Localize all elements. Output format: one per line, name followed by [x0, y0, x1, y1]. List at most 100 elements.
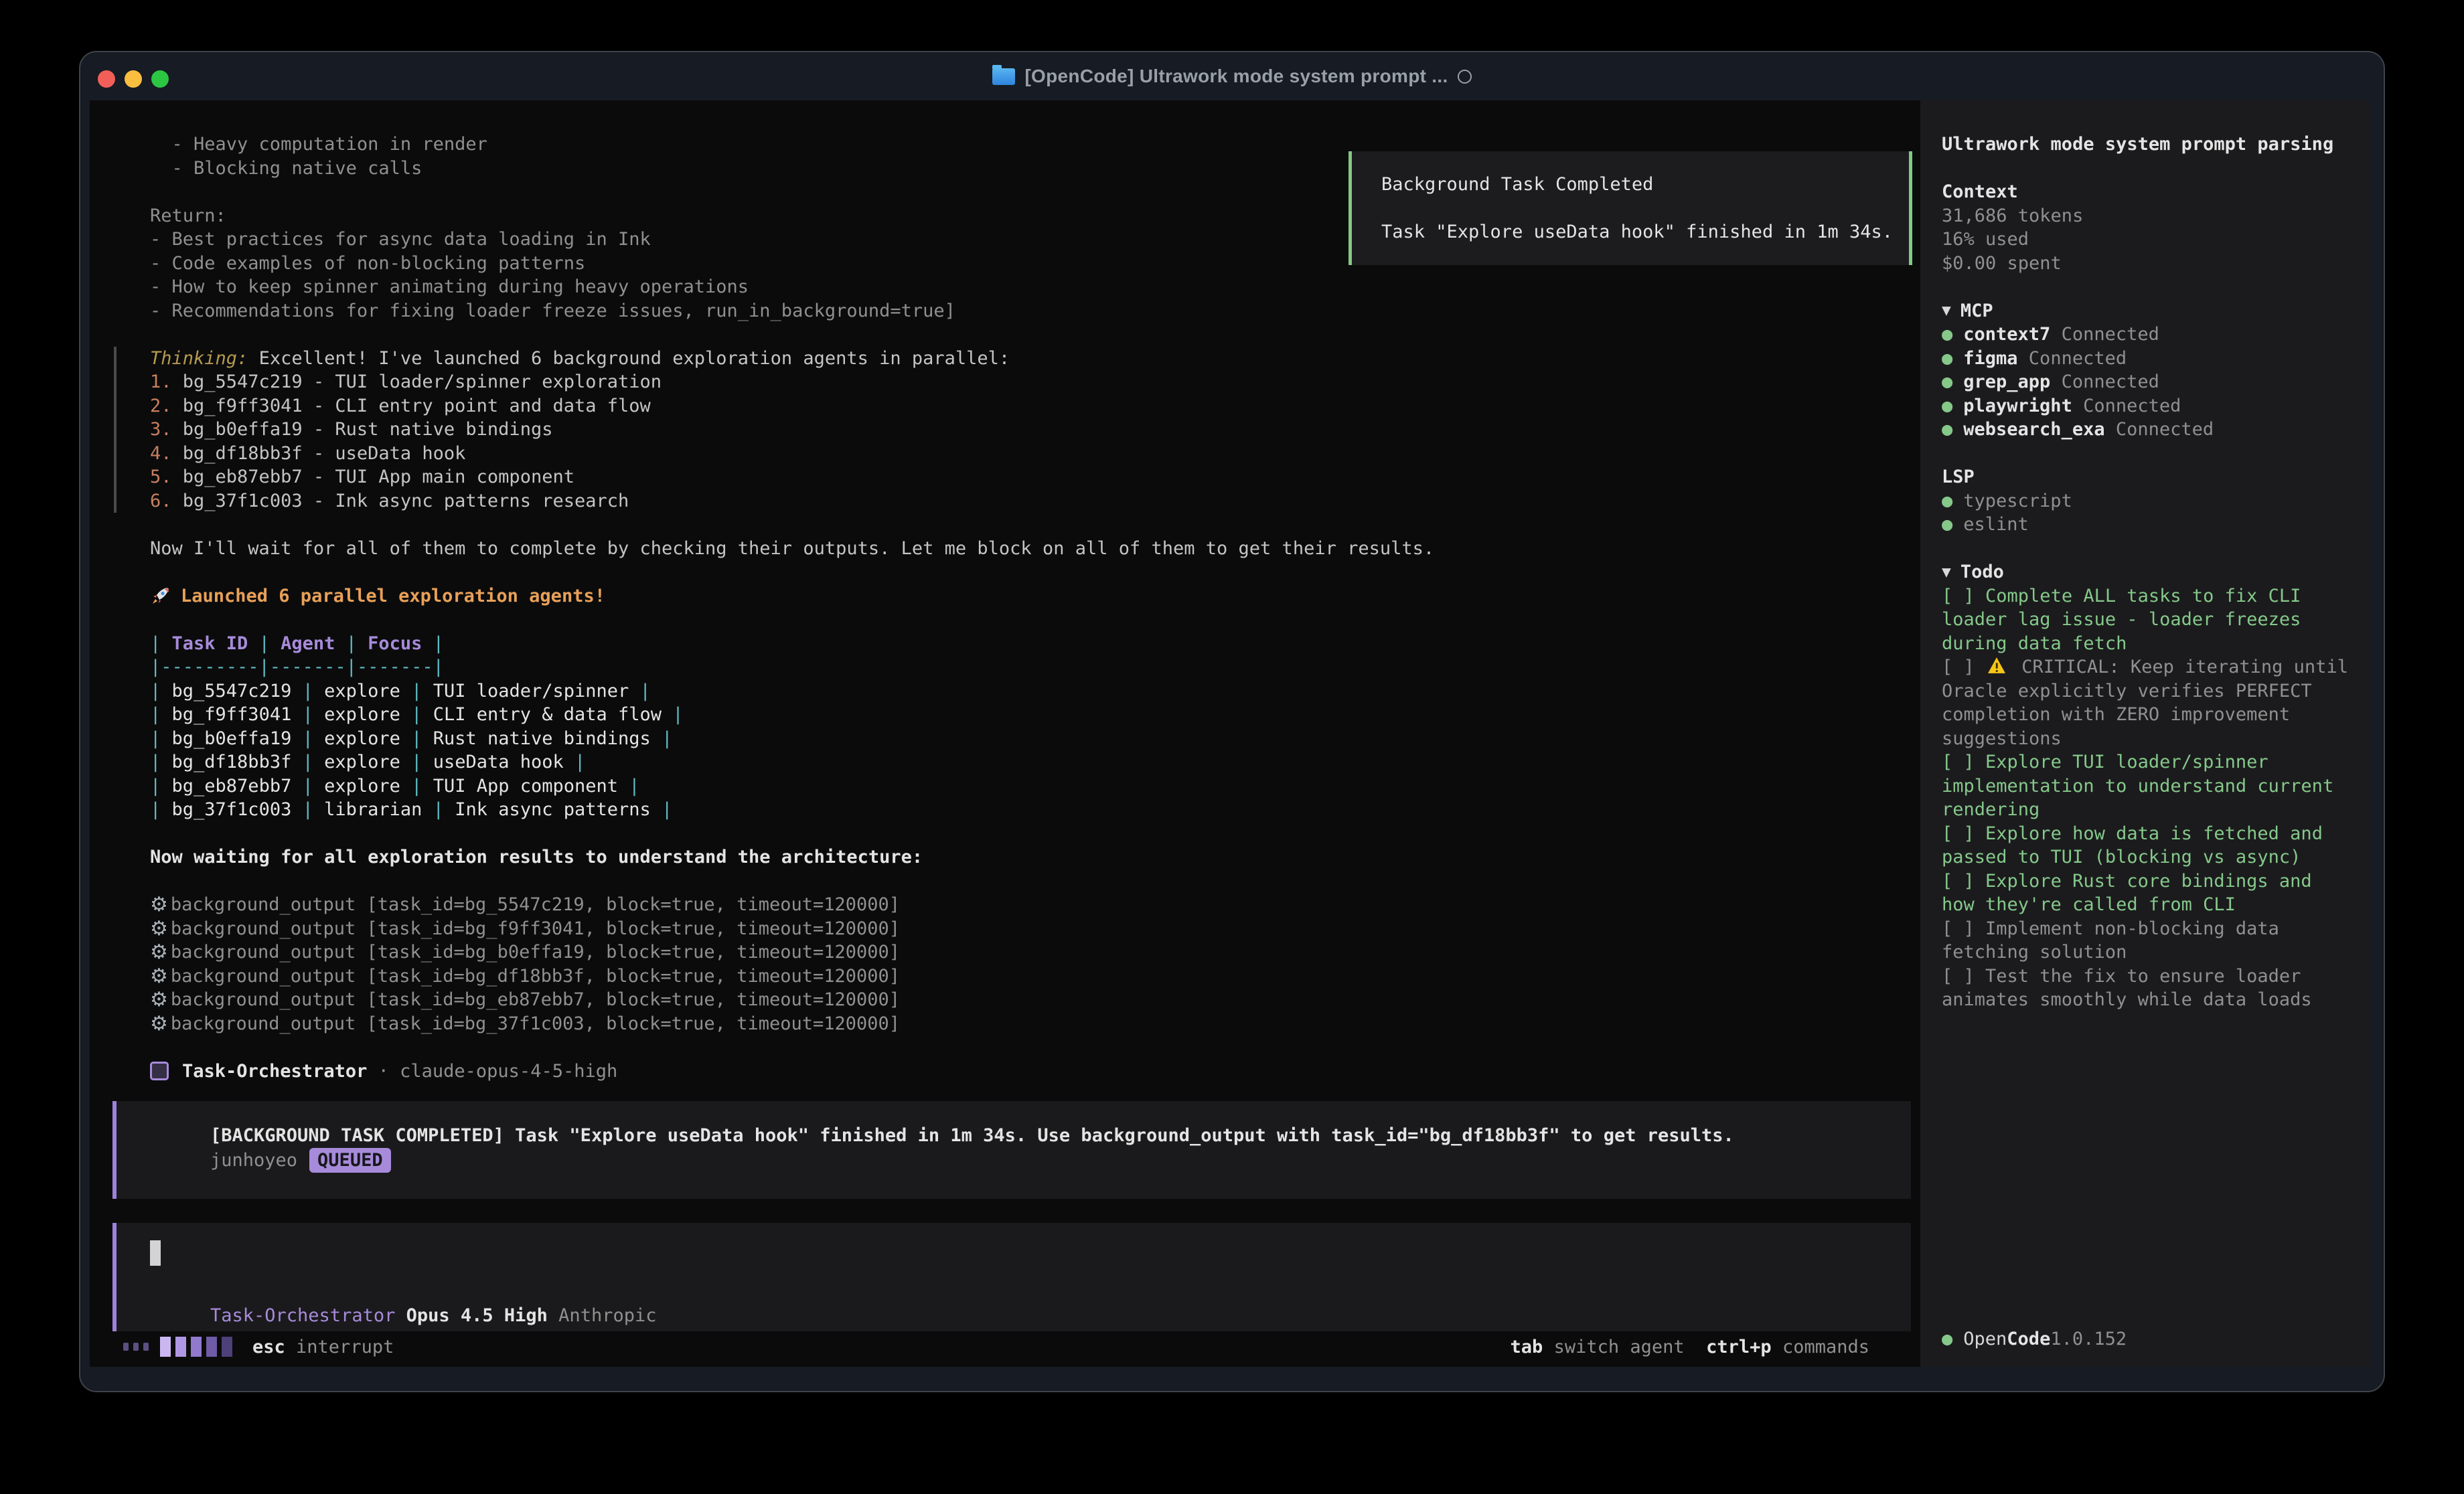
table-row: | bg_5547c219 | explore | TUI loader/spi…	[90, 679, 1920, 703]
tool-result-line: - How to keep spinner animating during h…	[90, 275, 1920, 299]
waiting-line: Now waiting for all exploration results …	[150, 847, 923, 867]
input-model-name[interactable]: Opus 4.5 High	[395, 1305, 548, 1326]
background-task-completed-message: [BACKGROUND TASK COMPLETED] Task "Explor…	[112, 1101, 1911, 1199]
todo-item: [ ] Complete ALL tasks to fix CLI loader…	[1942, 584, 2354, 656]
toast-body: Task "Explore useData hook" finished in …	[1381, 222, 1893, 242]
esc-key-label: interrupt	[285, 1337, 394, 1357]
brand-open: Open	[1963, 1329, 2007, 1349]
context-heading: Context	[1942, 181, 2018, 202]
mcp-server-item: ●context7 Connected	[1942, 323, 2354, 347]
wait-line: Now I'll wait for all of them to complet…	[150, 538, 1434, 559]
status-bar: esc interrupt tab switch agent ctrl+p co…	[123, 1333, 1869, 1360]
session-sidebar: Ultrawork mode system prompt parsing Con…	[1920, 100, 2370, 1367]
launch-line: Launched 6 parallel exploration agents!	[181, 586, 605, 606]
app-version-footer: ● OpenCode 1.0.152	[1942, 1329, 2127, 1349]
agent-separator: ·	[367, 1061, 400, 1082]
tool-call-line: ⚙background_output [task_id=bg_df18bb3f,…	[90, 965, 1920, 989]
text-cursor	[150, 1240, 161, 1266]
status-dot-icon: ●	[1942, 491, 1952, 511]
agent-table: | Task ID | Agent | Focus ||---------|--…	[90, 632, 1920, 822]
lsp-server-item: ●eslint	[1942, 513, 2354, 537]
thinking-intro: Excellent! I've launched 6 background ex…	[248, 348, 1010, 369]
thinking-agent-item: 3. bg_b0effa19 - Rust native bindings	[150, 418, 1920, 442]
todo-list: [ ] Complete ALL tasks to fix CLI loader…	[1942, 584, 2354, 1012]
gear-icon: ⚙	[150, 988, 168, 1011]
gear-icon: ⚙	[150, 940, 168, 964]
agent-model: claude-opus-4-5-high	[400, 1061, 617, 1082]
thinking-block: Thinking: Excellent! I've launched 6 bac…	[114, 347, 1920, 513]
tool-call-list: ⚙background_output [task_id=bg_5547c219,…	[90, 893, 1920, 1035]
tool-call-line: ⚙background_output [task_id=bg_eb87ebb7,…	[90, 988, 1920, 1012]
mcp-heading: MCP	[1960, 301, 1993, 321]
thinking-agent-item: 6. bg_37f1c003 - Ink async patterns rese…	[150, 489, 1920, 513]
bell-indicator-icon	[1458, 70, 1472, 84]
mcp-server-item: ●websearch_exa Connected	[1942, 418, 2354, 442]
table-row: | bg_eb87ebb7 | explore | TUI App compon…	[90, 774, 1920, 799]
status-dot-icon: ●	[1942, 348, 1952, 369]
input-agent-name[interactable]: Task-Orchestrator	[210, 1305, 395, 1326]
thinking-agent-item: 1. bg_5547c219 - TUI loader/spinner expl…	[150, 370, 1920, 394]
gear-icon: ⚙	[150, 1012, 168, 1035]
context-used: 16% used	[1942, 229, 2029, 250]
todo-item: [ ] Explore TUI loader/spinner implement…	[1942, 750, 2354, 822]
status-dot-icon: ●	[1942, 419, 1952, 440]
tab-key-hint: tab	[1511, 1337, 1543, 1357]
table-header-row: | Task ID | Agent | Focus |	[90, 632, 1920, 656]
lsp-heading: LSP	[1942, 467, 1975, 487]
tool-call-line: ⚙background_output [task_id=bg_b0effa19,…	[90, 940, 1920, 965]
status-dot-icon: ●	[1942, 396, 1952, 416]
todo-item: [ ] Explore how data is fetched and pass…	[1942, 822, 2354, 869]
table-row: | bg_b0effa19 | explore | Rust native bi…	[90, 727, 1920, 751]
context-tokens: 31,686 tokens	[1942, 205, 2083, 226]
table-row: | bg_37f1c003 | librarian | Ink async pa…	[90, 798, 1920, 822]
folder-icon	[992, 68, 1015, 85]
thinking-label: Thinking:	[150, 348, 248, 369]
app-version: 1.0.152	[2050, 1329, 2127, 1349]
thinking-agent-item: 2. bg_f9ff3041 - CLI entry point and dat…	[150, 394, 1920, 418]
mcp-server-item: ●grep_app Connected	[1942, 370, 2354, 394]
tool-call-line: ⚙background_output [task_id=bg_37f1c003,…	[90, 1012, 1920, 1036]
completed-user: junhoyeo	[210, 1150, 297, 1171]
queued-badge: QUEUED	[309, 1148, 391, 1173]
mcp-collapse-icon[interactable]: ▼	[1942, 302, 1951, 319]
ctrlp-key-label: commands	[1772, 1337, 1869, 1357]
todo-heading: Todo	[1960, 562, 2004, 582]
tool-call-line: ⚙background_output [task_id=bg_5547c219,…	[90, 893, 1920, 917]
background-task-toast: Background Task Completed Task "Explore …	[1349, 151, 1912, 265]
thinking-agent-item: 5. bg_eb87ebb7 - TUI App main component	[150, 465, 1920, 489]
spinner-icon	[123, 1337, 232, 1357]
context-spent: $0.00 spent	[1942, 253, 2062, 274]
lsp-server-list: ●typescript●eslint	[1942, 489, 2354, 537]
titlebar: [OpenCode] Ultrawork mode system prompt …	[80, 52, 2384, 100]
gear-icon: ⚙	[150, 965, 168, 988]
brand-code: Code	[2007, 1329, 2050, 1349]
tab-key-label: switch agent	[1543, 1337, 1684, 1357]
mcp-server-item: ●figma Connected	[1942, 347, 2354, 371]
ctrlp-key-hint: ctrl+p	[1685, 1337, 1772, 1357]
todo-item: [ ] Test the fix to ensure loader animat…	[1942, 965, 2354, 1012]
todo-item: [ ] Implement non-blocking data fetching…	[1942, 917, 2354, 965]
lsp-server-item: ●typescript	[1942, 489, 2354, 513]
todo-collapse-icon[interactable]: ▼	[1942, 564, 1951, 581]
thinking-agent-item: 4. bg_df18bb3f - useData hook	[150, 442, 1920, 466]
status-dot-icon: ●	[1942, 371, 1952, 392]
thinking-agent-list: 1. bg_5547c219 - TUI loader/spinner expl…	[150, 370, 1920, 513]
tool-call-line: ⚙background_output [task_id=bg_f9ff3041,…	[90, 917, 1920, 941]
agent-badge-icon	[150, 1062, 169, 1080]
app-window: [OpenCode] Ultrawork mode system prompt …	[79, 51, 2385, 1392]
prompt-input[interactable]: Task-Orchestrator Opus 4.5 High Anthropi…	[112, 1223, 1911, 1331]
warning-icon	[1987, 657, 2007, 674]
todo-item: [ ] CRITICAL: Keep iterating until Oracl…	[1942, 655, 2354, 750]
agent-name: Task-Orchestrator	[182, 1061, 367, 1082]
status-dot-icon: ●	[1942, 324, 1952, 345]
chat-transcript-pane[interactable]: - Heavy computation in render - Blocking…	[90, 100, 1920, 1367]
table-separator-row: |---------|-------|-------|	[90, 655, 1920, 679]
gear-icon: ⚙	[150, 917, 168, 940]
rocket-icon	[150, 585, 171, 606]
gear-icon: ⚙	[150, 893, 168, 916]
todo-item: [ ] Explore Rust core bindings and how t…	[1942, 869, 2354, 917]
tool-result-line: - Recommendations for fixing loader free…	[90, 299, 1920, 323]
completed-text: [BACKGROUND TASK COMPLETED] Task "Explor…	[210, 1125, 1734, 1146]
window-title: [OpenCode] Ultrawork mode system prompt …	[1024, 66, 1448, 87]
status-dot-icon: ●	[1942, 514, 1952, 535]
